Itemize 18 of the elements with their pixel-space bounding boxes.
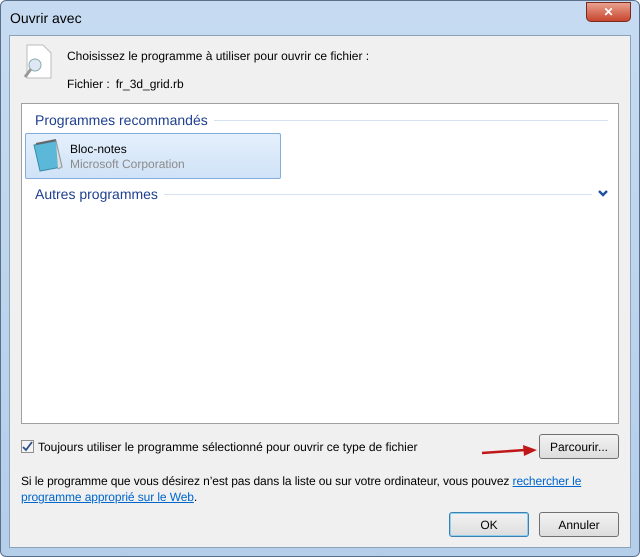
browse-button[interactable]: Parcourir... [538, 434, 619, 459]
chevron-down-icon[interactable] [598, 190, 608, 198]
help-text: Si le programme que vous désirez n’est pas dans la liste ou sur votre ordinateur, vous pouvez rechercher le programme approprié sur le Web. [21, 473, 582, 505]
web-search-link[interactable]: rechercher le [512, 474, 582, 488]
group-title: Programmes recommandés [35, 112, 208, 128]
prompt-text: Choisissez le programme à utiliser pour ouvrir ce fichier : [67, 49, 370, 63]
group-title: Autres programmes [35, 186, 158, 202]
always-use-checkbox[interactable] [21, 440, 34, 453]
document-search-icon [23, 44, 53, 80]
window-title: Ouvrir avec [9, 10, 82, 26]
arrow-annotation [480, 444, 537, 456]
program-item[interactable]: Bloc-notes Microsoft Corporation [25, 133, 281, 179]
ok-button[interactable]: OK [449, 512, 529, 537]
file-name: fr_3d_grid.rb [116, 77, 184, 91]
file-label: Fichier : [67, 77, 110, 91]
always-use-label: Toujours utiliser le programme sélectionné pour ouvrir ce type de fichier [38, 440, 418, 454]
cancel-button[interactable]: Annuler [539, 512, 619, 537]
web-search-link[interactable]: programme approprié sur le Web [21, 490, 194, 504]
